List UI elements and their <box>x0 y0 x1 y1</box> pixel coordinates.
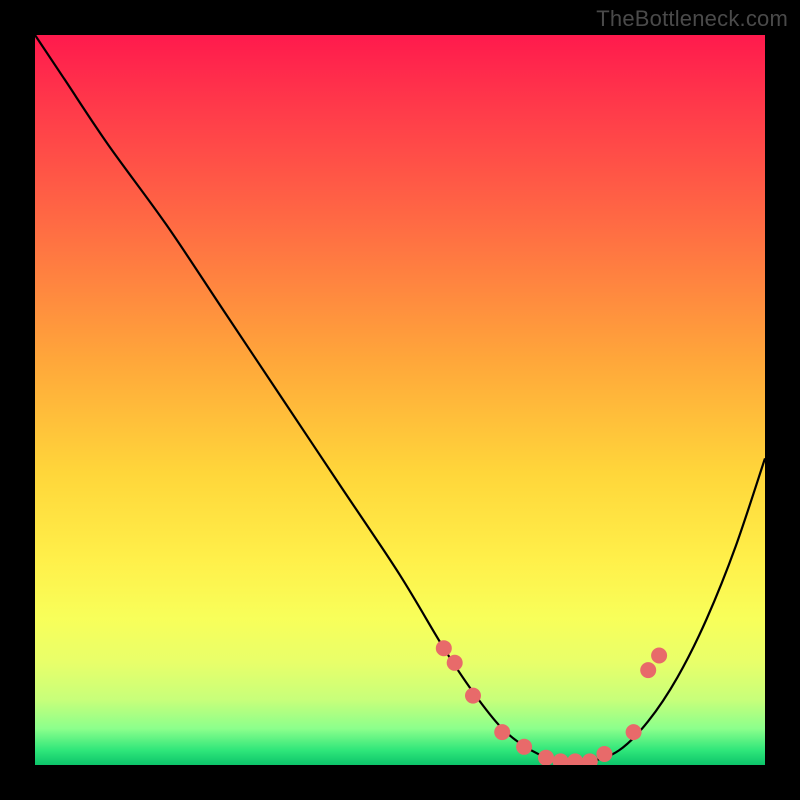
chart-frame: TheBottleneck.com <box>0 0 800 800</box>
markers-group <box>436 640 667 765</box>
highlight-dot <box>626 724 642 740</box>
highlight-dot <box>465 688 481 704</box>
highlight-dot <box>640 662 656 678</box>
highlight-dot <box>447 655 463 671</box>
highlight-dot <box>596 746 612 762</box>
watermark-text: TheBottleneck.com <box>596 6 788 32</box>
bottleneck-curve-path <box>35 35 765 763</box>
plot-area <box>35 35 765 765</box>
highlight-dot <box>494 724 510 740</box>
highlight-dot <box>436 640 452 656</box>
curve-svg <box>35 35 765 765</box>
highlight-dot <box>553 753 569 765</box>
highlight-dot <box>516 739 532 755</box>
highlight-dot <box>651 648 667 664</box>
highlight-dot <box>567 753 583 765</box>
highlight-dot <box>538 750 554 765</box>
highlight-dot <box>582 753 598 765</box>
